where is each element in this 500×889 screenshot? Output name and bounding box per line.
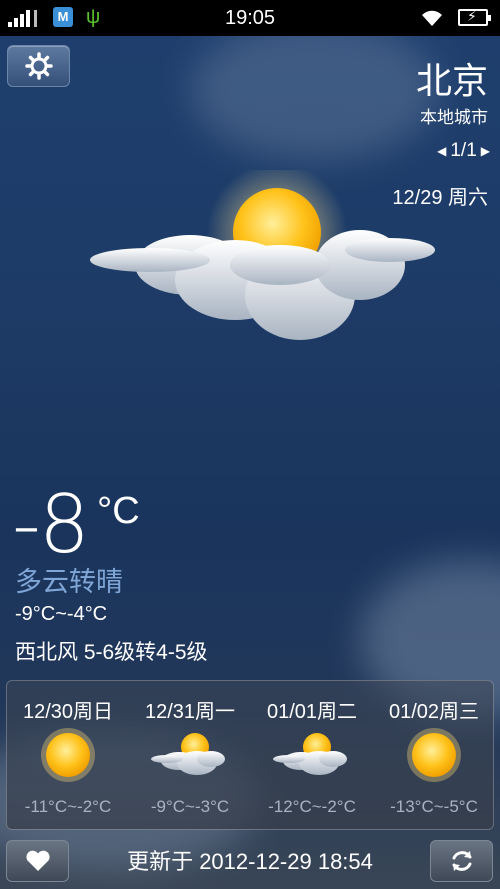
city-pager: ◀ 1/1 ▶ — [437, 140, 490, 162]
refresh-icon — [452, 851, 471, 871]
city-name[interactable]: 北京 — [416, 52, 488, 104]
forecast-day[interactable]: 01/01周二 -12°C~-2°C — [251, 681, 373, 831]
sun-icon — [41, 728, 95, 782]
settings-button[interactable] — [7, 45, 70, 87]
wifi-icon — [422, 10, 442, 26]
city-subtitle: 本地城市 — [420, 108, 488, 127]
temperature-unit: °C — [97, 490, 140, 532]
partly-cloudy-icon — [90, 170, 435, 340]
forecast-date: 01/02周三 — [388, 701, 480, 723]
last-updated: 更新于 2012-12-29 18:54 — [127, 849, 373, 874]
heart-icon — [25, 850, 50, 871]
forecast-date: 01/01周二 — [266, 701, 358, 723]
pager-label: 1/1 — [450, 140, 477, 161]
forecast-day[interactable]: 12/30周日 -11°C~-2°C — [7, 681, 129, 831]
prev-city-arrow-icon[interactable]: ◀ — [437, 144, 446, 158]
current-temperature: -8 — [12, 478, 90, 571]
forecast-day[interactable]: 12/31周一 -9°C~-3°C — [129, 681, 251, 831]
forecast-range: -13°C~-5°C — [390, 797, 478, 816]
forecast-day[interactable]: 01/02周三 -13°C~-5°C — [373, 681, 495, 831]
forecast-panel: 12/30周日 -11°C~-2°C 12/31周一 -9°C~-3°C 01/… — [6, 680, 494, 830]
forecast-range: -9°C~-3°C — [150, 797, 230, 816]
sun-icon — [407, 728, 461, 782]
bottom-bar: 更新于 2012-12-29 18:54 — [0, 832, 500, 889]
forecast-date: 12/30周日 — [22, 701, 114, 723]
partly-cloudy-icon — [151, 733, 225, 775]
current-range: -9°C~-4°C — [15, 603, 108, 625]
current-wind: 西北风 5-6级转4-5级 — [15, 641, 208, 664]
forecast-range: -12°C~-2°C — [268, 797, 356, 816]
forecast-date: 12/31周一 — [144, 701, 236, 723]
background-cloud — [190, 20, 440, 160]
partly-cloudy-icon — [273, 733, 347, 775]
forecast-range: -11°C~-2°C — [24, 797, 112, 816]
refresh-button[interactable] — [430, 840, 493, 882]
status-bar: M ψ 19:05 ⚡ — [0, 0, 500, 36]
gear-icon — [24, 52, 53, 80]
current-condition: 多云转晴 — [15, 567, 123, 597]
battery-icon: ⚡ — [458, 8, 491, 26]
next-city-arrow-icon[interactable]: ▶ — [481, 144, 490, 158]
favorite-button[interactable] — [6, 840, 69, 882]
